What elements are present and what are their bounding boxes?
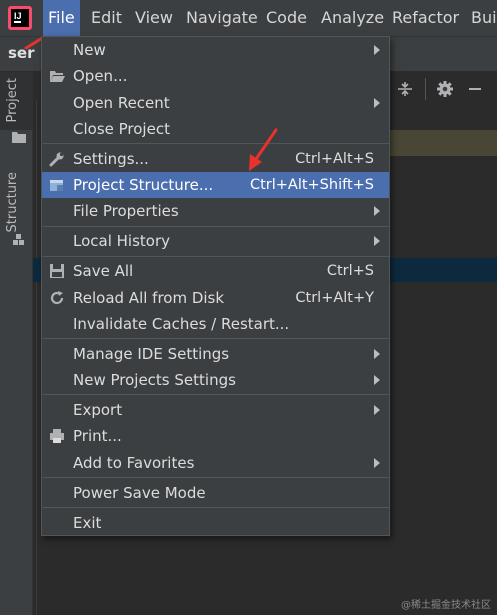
menu-separator — [43, 477, 389, 478]
menu-refactor[interactable]: Refactor — [387, 0, 464, 36]
menu-separator — [43, 256, 389, 257]
file-menu-dropdown: New Open... Open Recent Close Project Se… — [41, 36, 390, 536]
menu-item-shortcut: Ctrl+S — [326, 263, 374, 279]
submenu-arrow-icon — [374, 236, 380, 246]
menu-item-label: Exit — [73, 514, 102, 532]
submenu-arrow-icon — [374, 98, 380, 108]
menu-item-project-structure[interactable]: Project Structure... Ctrl+Alt+Shift+S — [42, 172, 389, 198]
menu-item-label: Add to Favorites — [73, 454, 195, 472]
menu-item-print[interactable]: Print... — [42, 423, 389, 449]
menu-build[interactable]: Buil — [466, 0, 497, 36]
menu-item-label: New — [73, 41, 106, 59]
intellij-logo-icon[interactable]: IJ — [8, 6, 32, 30]
menu-item-new[interactable]: New — [42, 37, 389, 63]
menu-item-label: Project Structure... — [73, 176, 214, 194]
menu-item-label: File Properties — [73, 202, 179, 220]
highlighted-row — [390, 130, 497, 156]
menu-item-add-to-favorites[interactable]: Add to Favorites — [42, 450, 389, 476]
menu-item-label: Reload All from Disk — [73, 289, 225, 307]
menu-item-shortcut: Ctrl+Alt+S — [295, 151, 374, 167]
tool-tab-structure[interactable]: Structure — [0, 170, 33, 240]
menu-item-local-history[interactable]: Local History — [42, 228, 389, 254]
menu-item-label: Manage IDE Settings — [73, 345, 230, 363]
menu-item-save-all[interactable]: Save All Ctrl+S — [42, 258, 389, 284]
menu-item-label: New Projects Settings — [73, 371, 236, 389]
save-icon — [50, 264, 64, 278]
tool-tab-structure-label: Structure — [5, 172, 20, 233]
reload-icon — [50, 291, 64, 305]
svg-text:IJ: IJ — [14, 11, 22, 21]
watermark: @稀土掘金技术社区 — [401, 600, 491, 611]
menu-item-label: Close Project — [73, 120, 170, 138]
panel-divider — [36, 100, 37, 615]
submenu-arrow-icon — [374, 458, 380, 468]
menu-bar: IJ File Edit View Navigate Code Analyze … — [0, 0, 497, 36]
project-structure-icon — [50, 180, 63, 191]
menu-item-export[interactable]: Export — [42, 397, 389, 423]
collapse-icon[interactable] — [396, 80, 414, 98]
menu-item-shortcut: Ctrl+Alt+Y — [295, 290, 374, 306]
menu-edit[interactable]: Edit — [86, 0, 127, 36]
wrench-icon — [49, 152, 64, 167]
menu-item-invalidate-caches[interactable]: Invalidate Caches / Restart... — [42, 311, 389, 337]
submenu-arrow-icon — [374, 375, 380, 385]
menu-item-label: Settings... — [73, 150, 149, 168]
menu-item-label: Export — [73, 401, 123, 419]
left-tool-strip — [0, 72, 33, 615]
submenu-arrow-icon — [374, 45, 380, 55]
menu-code[interactable]: Code — [261, 0, 312, 36]
menu-item-open[interactable]: Open... — [42, 63, 389, 89]
submenu-arrow-icon — [374, 206, 380, 216]
folder-icon — [12, 132, 26, 143]
menu-item-label: Local History — [73, 232, 171, 250]
tool-tab-project[interactable]: Project — [0, 72, 33, 130]
submenu-arrow-icon — [374, 349, 380, 359]
annotation-arrow-icon — [249, 128, 278, 171]
menu-item-exit[interactable]: Exit — [42, 510, 389, 536]
menu-separator — [43, 507, 389, 508]
menu-item-new-projects-settings[interactable]: New Projects Settings — [42, 367, 389, 393]
print-icon — [50, 429, 64, 443]
menu-item-label: Power Save Mode — [73, 484, 206, 502]
menu-separator — [43, 143, 389, 144]
menu-view[interactable]: View — [130, 0, 178, 36]
menu-item-label: Print... — [73, 427, 122, 445]
structure-icon — [13, 234, 24, 245]
menu-file[interactable]: File — [43, 0, 80, 36]
tool-tab-project-label: Project — [5, 78, 20, 123]
menu-item-settings[interactable]: Settings... Ctrl+Alt+S — [42, 146, 389, 172]
toolbar-divider — [425, 78, 426, 100]
minimize-icon[interactable] — [466, 80, 484, 98]
menu-separator — [43, 226, 389, 227]
menu-item-manage-ide-settings[interactable]: Manage IDE Settings — [42, 341, 389, 367]
menu-item-open-recent[interactable]: Open Recent — [42, 90, 389, 116]
menu-navigate[interactable]: Navigate — [181, 0, 263, 36]
menu-item-label: Invalidate Caches / Restart... — [73, 315, 290, 333]
menu-analyze[interactable]: Analyze — [316, 0, 389, 36]
menu-item-reload-all[interactable]: Reload All from Disk Ctrl+Alt+Y — [42, 285, 389, 311]
submenu-arrow-icon — [374, 405, 380, 415]
menu-separator — [43, 394, 389, 395]
menu-item-label: Open... — [73, 67, 128, 85]
menu-item-file-properties[interactable]: File Properties — [42, 198, 389, 224]
menu-item-label: Save All — [73, 262, 134, 280]
menu-separator — [43, 338, 389, 339]
gear-icon[interactable] — [436, 80, 454, 98]
menu-item-power-save-mode[interactable]: Power Save Mode — [42, 480, 389, 506]
menu-item-close-project[interactable]: Close Project — [42, 116, 389, 142]
menu-item-label: Open Recent — [73, 94, 170, 112]
folder-open-icon — [50, 71, 65, 82]
